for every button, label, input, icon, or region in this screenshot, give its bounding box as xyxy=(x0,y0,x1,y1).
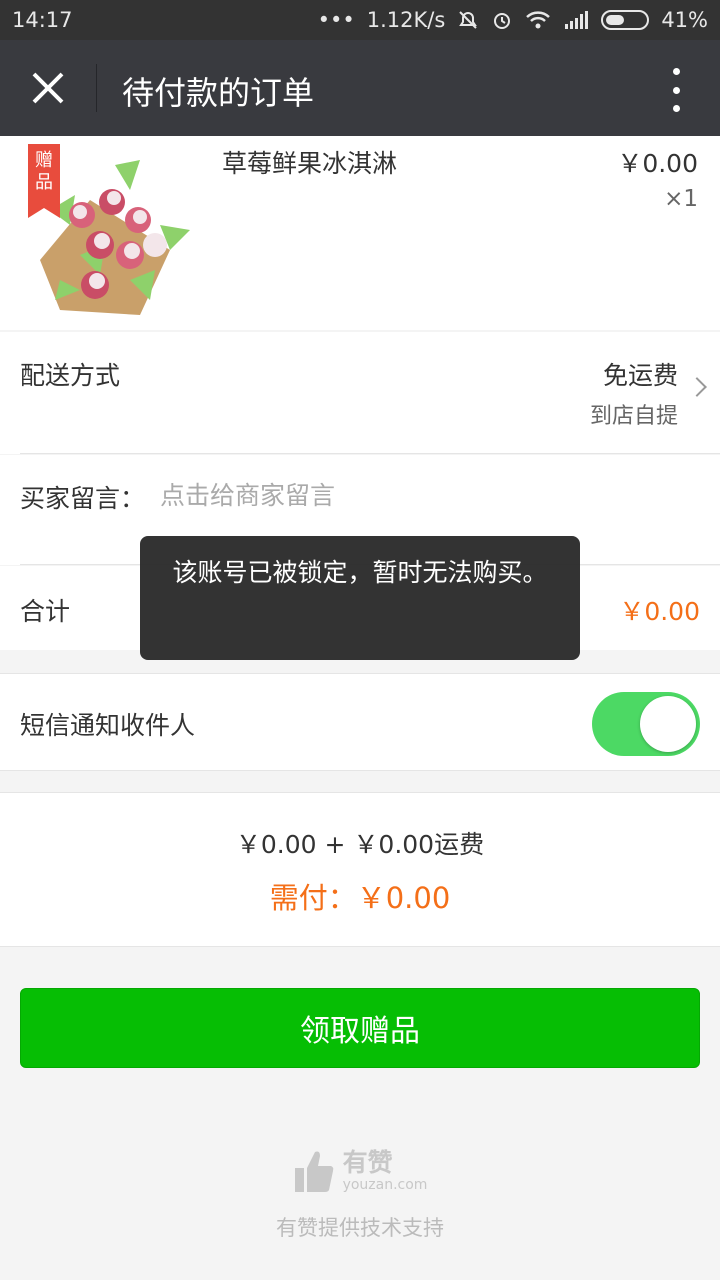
logo-chinese: 有赞 xyxy=(342,1148,393,1177)
divider xyxy=(20,453,720,454)
sms-notify-row: 短信通知收件人 xyxy=(0,673,720,771)
product-image: 赠品 xyxy=(20,140,200,320)
toast-message: 该账号已被锁定，暂时无法购买。 xyxy=(140,536,580,660)
network-speed: 1.12K/s xyxy=(366,8,446,32)
delivery-mode: 到店自提 xyxy=(589,404,678,429)
youzan-logo: 有赞 youzan.com xyxy=(293,1148,428,1194)
status-bar: 14:17 ••• 1.12K/s 41% xyxy=(0,0,720,40)
logo-english: youzan.com xyxy=(342,1177,428,1193)
delivery-row[interactable]: 配送方式 免运费 到店自提 xyxy=(0,332,720,454)
signal-icon xyxy=(563,10,589,30)
battery-icon xyxy=(601,10,650,30)
chevron-right-icon xyxy=(687,377,707,397)
nav-divider xyxy=(96,64,97,112)
footer: 有赞 youzan.com 有赞提供技术支持 xyxy=(0,1148,720,1242)
sms-notify-toggle[interactable] xyxy=(592,692,700,756)
product-item: 赠品 草莓鲜果冰淇淋 ￥0.00 ×1 xyxy=(0,136,720,330)
battery-level: 41% xyxy=(661,8,708,32)
alarm-icon xyxy=(491,9,513,31)
summary-breakdown: ￥0.00 + ￥0.00运费 xyxy=(235,830,485,859)
wifi-icon xyxy=(525,10,551,30)
notification-dots: ••• xyxy=(317,8,355,32)
product-name: 草莓鲜果冰淇淋 xyxy=(222,149,398,178)
buyer-message-label: 买家留言： xyxy=(20,484,146,513)
gift-tag: 赠品 xyxy=(28,144,60,218)
delivery-fee: 免运费 xyxy=(602,361,678,390)
mute-icon xyxy=(457,9,479,31)
close-icon[interactable] xyxy=(24,64,72,112)
amount-due: 需付：￥0.00 xyxy=(269,881,451,915)
payment-summary: ￥0.00 + ￥0.00运费 需付：￥0.00 xyxy=(0,792,720,947)
sms-notify-label: 短信通知收件人 xyxy=(20,711,196,740)
buyer-message-input[interactable] xyxy=(160,475,680,515)
nav-bar: 待付款的订单 xyxy=(0,40,720,136)
delivery-label: 配送方式 xyxy=(20,361,121,390)
product-quantity: ×1 xyxy=(664,186,698,212)
claim-gift-button[interactable]: 领取赠品 xyxy=(20,988,700,1068)
more-vertical-icon[interactable] xyxy=(668,68,684,112)
toggle-knob xyxy=(640,696,696,752)
total-value: ￥0.00 xyxy=(619,597,700,626)
thumbs-up-icon xyxy=(294,1151,333,1192)
status-icons: ••• 1.12K/s 41% xyxy=(318,8,708,32)
product-price: ￥0.00 xyxy=(617,149,698,178)
page-title: 待付款的订单 xyxy=(122,74,315,112)
total-label: 合计 xyxy=(20,597,71,626)
status-time: 14:17 xyxy=(12,8,73,32)
tech-support-text: 有赞提供技术支持 xyxy=(276,1216,444,1240)
